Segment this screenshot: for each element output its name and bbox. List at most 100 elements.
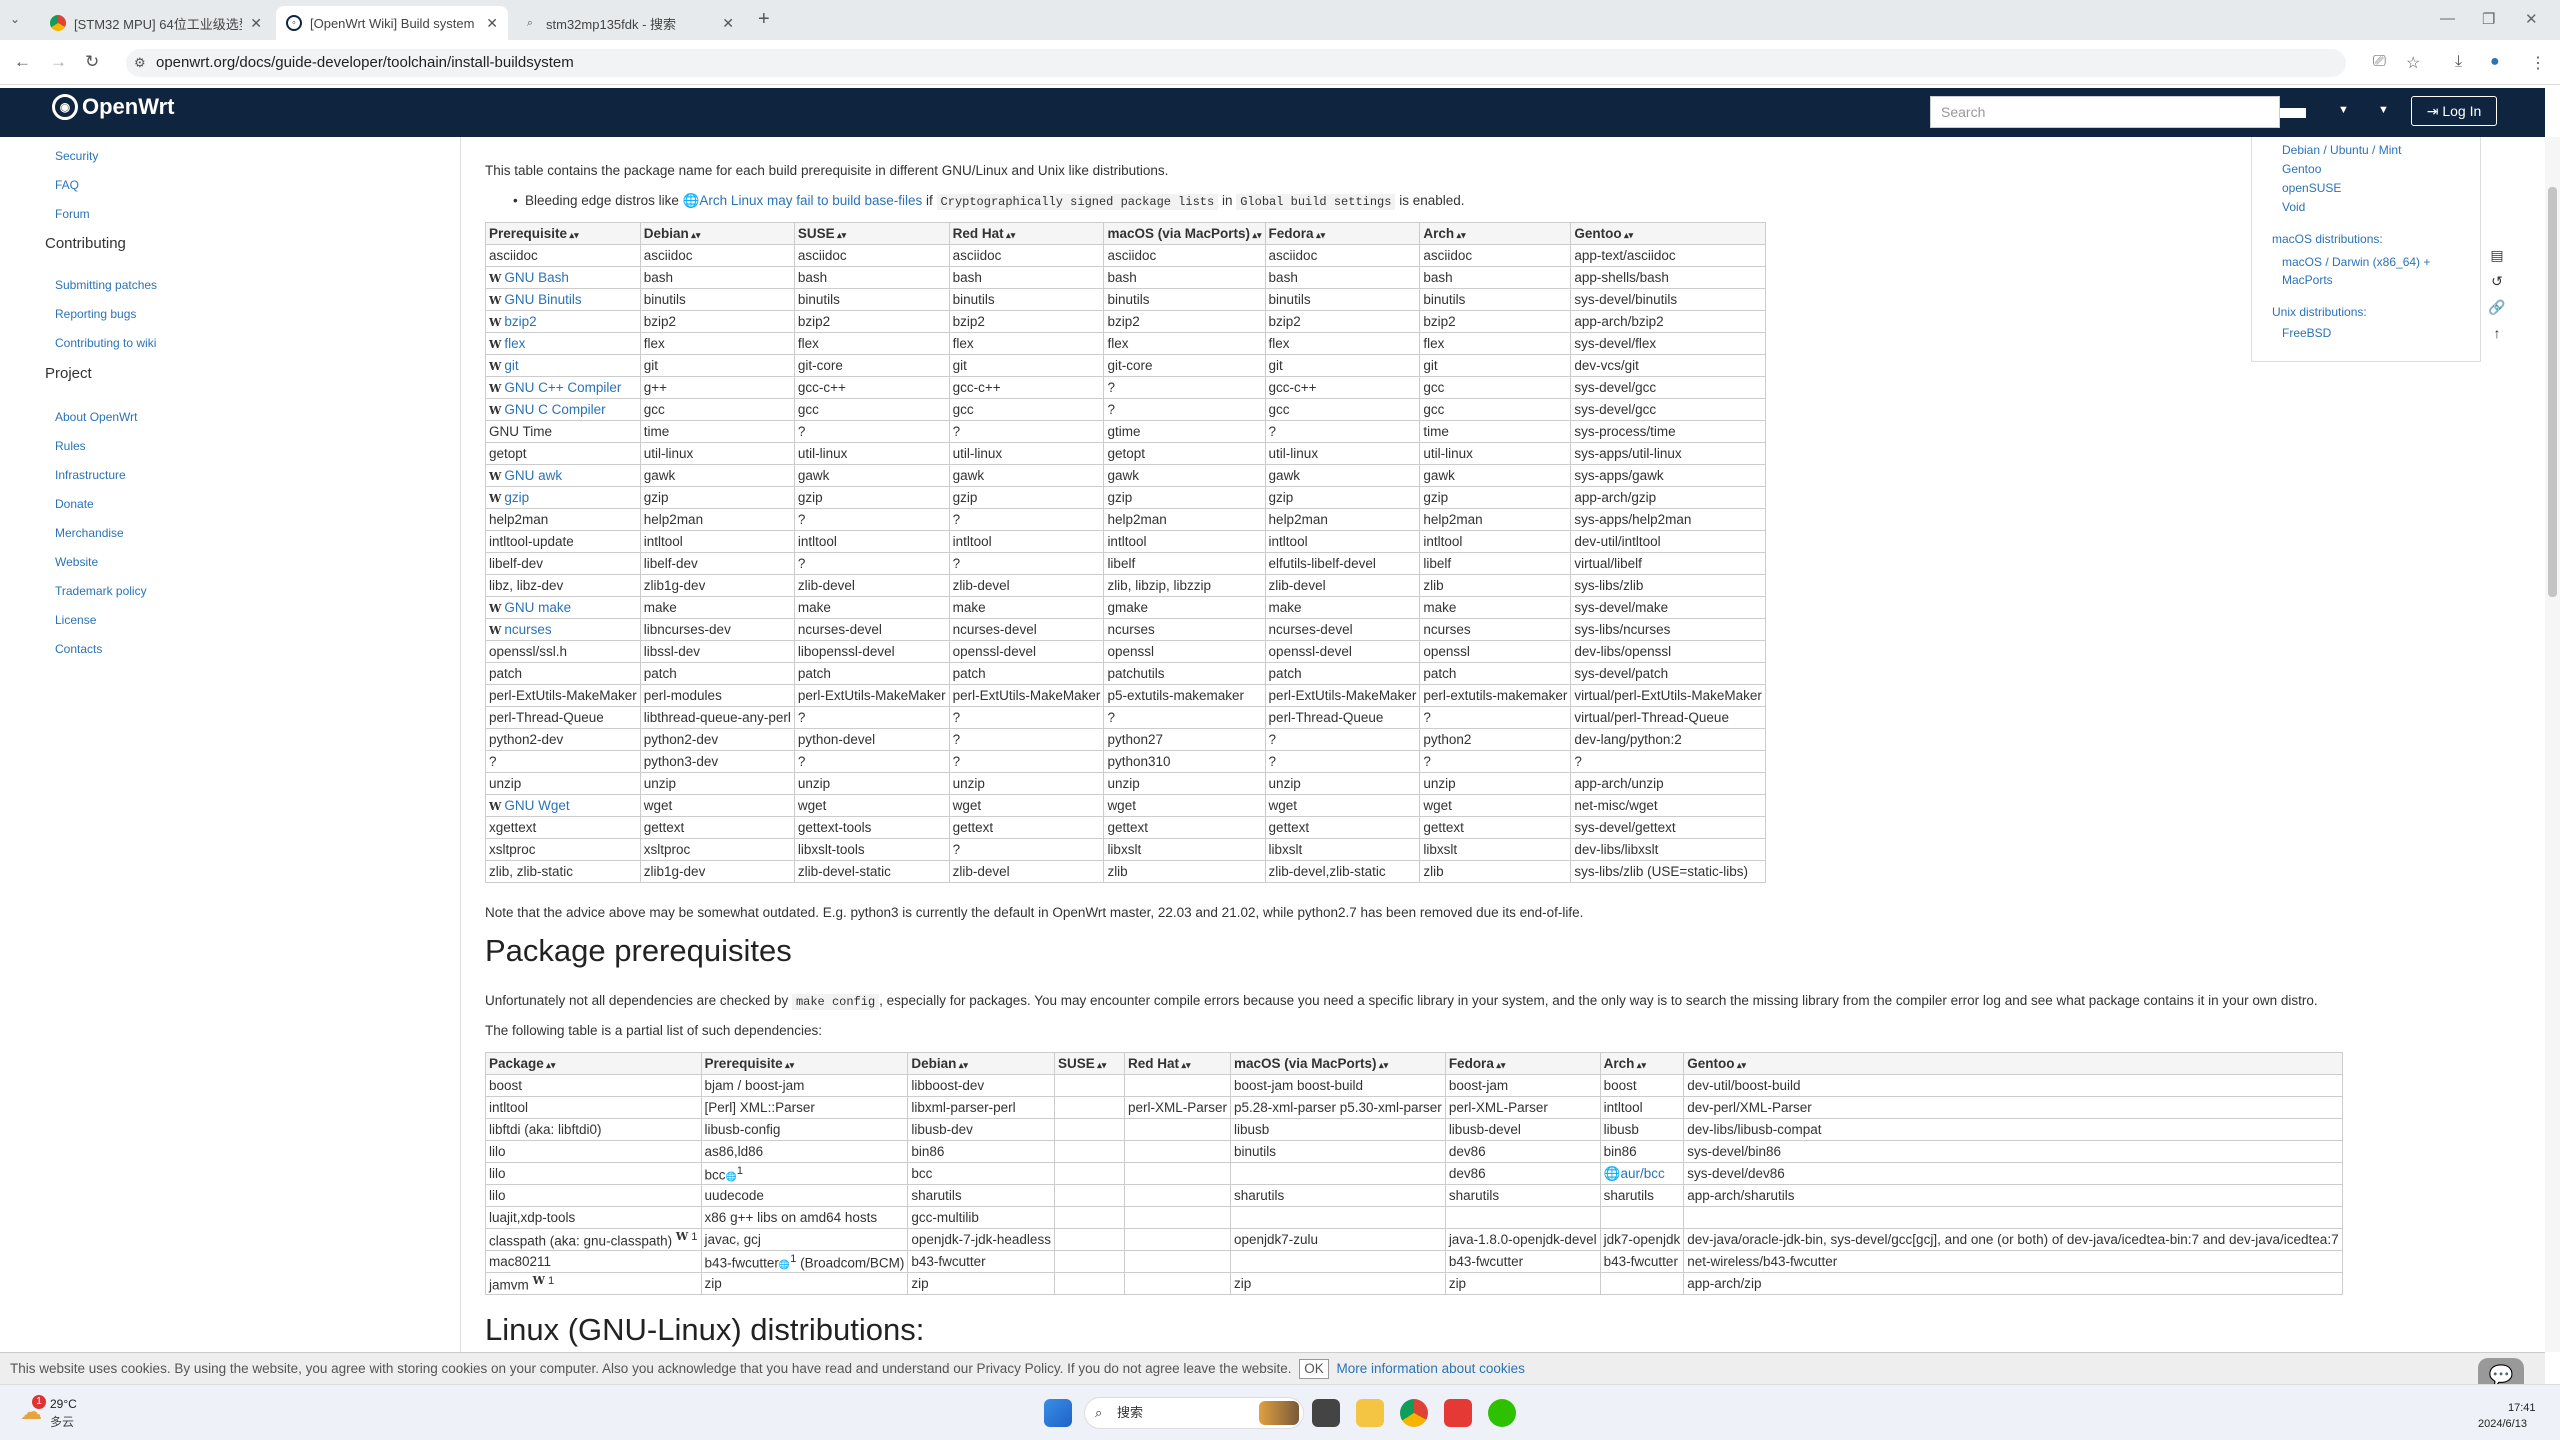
backlinks-icon[interactable]: 🔗: [2485, 299, 2509, 323]
pkg-column-header[interactable]: Debian ▴▾: [907, 1052, 1055, 1075]
profile-icon[interactable]: ●: [2490, 53, 2500, 71]
sidebar-item-trademark[interactable]: Trademark policy: [55, 584, 147, 598]
prereq-column-header[interactable]: Gentoo ▴▾: [1570, 222, 1766, 245]
toc-macports[interactable]: MacPorts: [2282, 273, 2333, 287]
sort-icon[interactable]: ▴▾: [1314, 230, 1325, 240]
show-source-icon[interactable]: ▤: [2485, 247, 2509, 271]
toc-freebsd[interactable]: FreeBSD: [2282, 326, 2331, 340]
sort-icon[interactable]: ▴▾: [1494, 1060, 1505, 1070]
url-bar[interactable]: ⚙ openwrt.org/docs/guide-developer/toolc…: [126, 49, 2346, 77]
pkg-column-header[interactable]: macOS (via MacPorts) ▴▾: [1229, 1052, 1446, 1075]
toc-macos-darwin[interactable]: macOS / Darwin (x86_64) +: [2282, 255, 2430, 269]
sidebar-item-website[interactable]: Website: [55, 555, 98, 569]
menu-dots-icon[interactable]: ⋮: [2530, 53, 2546, 73]
wiki-link[interactable]: GNU Wget: [504, 798, 569, 813]
sidebar-item-submitting-patches[interactable]: Submitting patches: [55, 278, 157, 292]
sort-icon[interactable]: ▴▾: [1179, 1060, 1190, 1070]
sidebar-item-donate[interactable]: Donate: [55, 497, 94, 511]
sort-icon[interactable]: ▴▾: [1622, 230, 1633, 240]
search-button[interactable]: [2280, 108, 2306, 118]
prereq-column-header[interactable]: Debian ▴▾: [639, 222, 795, 245]
browser-tab-stm32[interactable]: [STM32 MPU] 64位工业级选型 ✕: [40, 6, 272, 40]
clock-time[interactable]: 17:41: [2508, 1402, 2536, 1414]
wiki-link[interactable]: bzip2: [504, 314, 536, 329]
sidebar-item-contacts[interactable]: Contacts: [55, 642, 102, 656]
pkg-column-header[interactable]: Arch ▴▾: [1599, 1052, 1685, 1075]
browser-tab-search[interactable]: ⌕ stm32mp135fdk - 搜索 ✕: [512, 6, 744, 40]
sort-icon[interactable]: ▴▾: [689, 230, 700, 240]
browser-tab-openwrt[interactable]: ◦ [OpenWrt Wiki] Build system ✕: [276, 6, 508, 40]
prereq-column-header[interactable]: Red Hat ▴▾: [948, 222, 1105, 245]
sidebar-item-rules[interactable]: Rules: [55, 439, 86, 453]
wiki-link[interactable]: GNU awk: [504, 468, 562, 483]
wiki-link[interactable]: GNU C++ Compiler: [504, 380, 621, 395]
sort-icon[interactable]: ▴▾: [783, 1060, 794, 1070]
prereq-column-header[interactable]: macOS (via MacPorts) ▴▾: [1103, 222, 1266, 245]
wiki-link[interactable]: GNU C Compiler: [504, 402, 605, 417]
page-scrollbar[interactable]: [2545, 137, 2560, 1352]
wiki-link[interactable]: git: [504, 358, 518, 373]
back-icon[interactable]: ←: [14, 52, 31, 72]
task-view-icon[interactable]: [1312, 1399, 1340, 1427]
sidebar-item-contributing-wiki[interactable]: Contributing to wiki: [55, 336, 156, 350]
toc-opensuse[interactable]: openSUSE: [2282, 181, 2341, 195]
toc-void[interactable]: Void: [2282, 200, 2305, 214]
pkg-column-header[interactable]: Package ▴▾: [485, 1052, 702, 1075]
aur-bcc-link[interactable]: aur/bcc: [1620, 1166, 1664, 1181]
pkg-column-header[interactable]: SUSE ▴▾: [1053, 1052, 1125, 1075]
tab-search-chevron-icon[interactable]: ⌄: [10, 12, 20, 26]
scrollbar-thumb[interactable]: [2548, 187, 2557, 597]
sidebar-item-license[interactable]: License: [55, 613, 96, 627]
tools-dropdown-icon[interactable]: ▼: [2338, 104, 2349, 116]
bookmark-star-icon[interactable]: ☆: [2406, 53, 2420, 73]
prereq-column-header[interactable]: SUSE ▴▾: [793, 222, 950, 245]
search-input[interactable]: Search: [1930, 96, 2280, 128]
taskbar-search[interactable]: ⌕ 搜索: [1084, 1397, 1304, 1429]
openwrt-logo[interactable]: ◉ OpenWrt: [52, 94, 174, 120]
footnote-ref[interactable]: 1: [737, 1165, 743, 1177]
clock-date[interactable]: 2024/6/13: [2478, 1418, 2527, 1430]
prereq-column-header[interactable]: Fedora ▴▾: [1264, 222, 1421, 245]
prereq-column-header[interactable]: Arch ▴▾: [1419, 222, 1572, 245]
wiki-link[interactable]: flex: [504, 336, 525, 351]
footnote-ref[interactable]: 1: [691, 1231, 697, 1243]
site-info-icon[interactable]: ⚙: [134, 49, 146, 77]
sort-icon[interactable]: ▴▾: [1377, 1060, 1388, 1070]
old-revisions-icon[interactable]: ↺: [2485, 273, 2509, 297]
arch-link[interactable]: Arch Linux may fail to build base-files: [699, 193, 922, 208]
weather-widget[interactable]: ☁ 1 29°C 多云: [16, 1393, 116, 1433]
pkg-column-header[interactable]: Gentoo ▴▾: [1683, 1052, 2343, 1075]
sort-icon[interactable]: ▴▾: [835, 230, 846, 240]
wiki-link[interactable]: GNU Bash: [504, 270, 569, 285]
footnote-ref[interactable]: 1: [548, 1275, 554, 1287]
pkg-column-header[interactable]: Red Hat ▴▾: [1123, 1052, 1231, 1075]
sidebar-item-forum[interactable]: Forum: [55, 207, 90, 221]
sidebar-item-infrastructure[interactable]: Infrastructure: [55, 468, 126, 482]
toc-macos-heading[interactable]: macOS distributions:: [2272, 232, 2383, 246]
sort-icon[interactable]: ▴▾: [1734, 1060, 1746, 1070]
sidebar-item-faq[interactable]: FAQ: [55, 178, 79, 192]
window-close-icon[interactable]: ✕: [2525, 10, 2538, 28]
reload-icon[interactable]: ↻: [85, 52, 99, 72]
close-icon[interactable]: ✕: [722, 15, 734, 32]
pkg-column-header[interactable]: Prerequisite ▴▾: [700, 1052, 909, 1075]
sidebar-item-reporting-bugs[interactable]: Reporting bugs: [55, 307, 136, 321]
sort-icon[interactable]: ▴▾: [1250, 230, 1262, 240]
sort-icon[interactable]: ▴▾: [1454, 230, 1466, 240]
toc-unix-heading[interactable]: Unix distributions:: [2272, 305, 2367, 319]
restore-icon[interactable]: ❐: [2482, 10, 2495, 28]
sidebar-item-merchandise[interactable]: Merchandise: [55, 526, 124, 540]
cookie-more-link[interactable]: More information about cookies: [1337, 1361, 1525, 1376]
pkg-column-header[interactable]: Fedora ▴▾: [1444, 1052, 1601, 1075]
wiki-link[interactable]: GNU make: [504, 600, 571, 615]
wechat-icon[interactable]: [1488, 1399, 1516, 1427]
sort-icon[interactable]: ▴▾: [567, 230, 579, 240]
toc-debian[interactable]: Debian / Ubuntu / Mint: [2282, 143, 2401, 157]
file-explorer-icon[interactable]: [1356, 1399, 1384, 1427]
new-tab-icon[interactable]: +: [758, 8, 770, 31]
cookie-ok-button[interactable]: OK: [1299, 1359, 1329, 1379]
app-red-icon[interactable]: [1444, 1399, 1472, 1427]
sidebar-item-security[interactable]: Security: [55, 149, 98, 163]
install-app-icon[interactable]: ⎚: [2373, 53, 2386, 71]
sort-icon[interactable]: ▴▾: [544, 1060, 555, 1070]
